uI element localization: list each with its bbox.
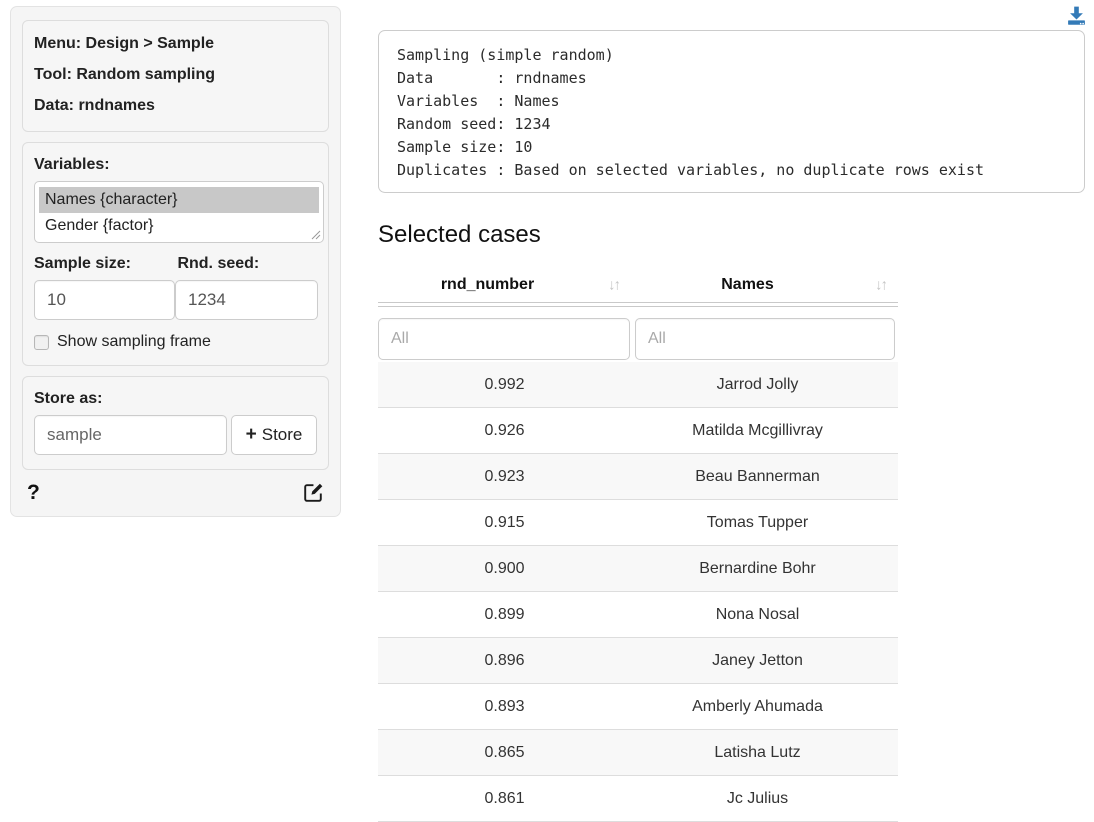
cell-name: Bernardine Bohr xyxy=(631,560,884,578)
table-row: 0.926Matilda Mcgillivray xyxy=(378,408,898,454)
resize-handle-icon[interactable] xyxy=(311,230,321,240)
table-row: 0.992Jarrod Jolly xyxy=(378,362,898,408)
table-row: 0.899Nona Nosal xyxy=(378,592,898,638)
table-row: 0.861Jc Julius xyxy=(378,776,898,822)
sample-size-input[interactable] xyxy=(34,280,175,320)
table-header-row: rnd_number↓↑Names↓↑ xyxy=(378,268,898,302)
context-info-panel: Menu: Design > Sample Tool: Random sampl… xyxy=(22,20,329,132)
cell-rnd-number: 0.899 xyxy=(378,606,631,624)
plus-icon: + xyxy=(246,424,257,446)
sidebar: Menu: Design > Sample Tool: Random sampl… xyxy=(10,6,341,517)
page: Menu: Design > Sample Tool: Random sampl… xyxy=(0,0,1094,822)
table-row: 0.923Beau Bannerman xyxy=(378,454,898,500)
cell-rnd-number: 0.896 xyxy=(378,652,631,670)
filter-input-rnd_number[interactable] xyxy=(378,318,630,360)
store-name-input[interactable] xyxy=(34,415,227,455)
cell-name: Matilda Mcgillivray xyxy=(631,422,884,440)
show-sampling-frame-label: Show sampling frame xyxy=(57,333,211,351)
cell-name: Jc Julius xyxy=(631,790,884,808)
menu-breadcrumb: Menu: Design > Sample xyxy=(34,34,317,53)
edit-icon[interactable] xyxy=(302,482,324,504)
store-as-label: Store as: xyxy=(34,390,317,408)
selected-cases-table: rnd_number↓↑Names↓↑ 0.992Jarrod Jolly0.9… xyxy=(378,268,898,822)
filter-input-Names[interactable] xyxy=(635,318,895,360)
cell-rnd-number: 0.926 xyxy=(378,422,631,440)
download-icon[interactable] xyxy=(1066,5,1087,26)
column-header-rnd_number[interactable]: rnd_number↓↑ xyxy=(378,276,631,294)
cell-rnd-number: 0.915 xyxy=(378,514,631,532)
cell-name: Janey Jetton xyxy=(631,652,884,670)
table-filter-row xyxy=(378,307,898,362)
table-body: 0.992Jarrod Jolly0.926Matilda Mcgillivra… xyxy=(378,362,898,822)
store-panel: Store as: + Store xyxy=(22,376,329,470)
table-row: 0.915Tomas Tupper xyxy=(378,500,898,546)
cell-rnd-number: 0.900 xyxy=(378,560,631,578)
variables-listbox[interactable]: Names {character}Gender {factor} xyxy=(34,181,324,243)
cell-rnd-number: 0.992 xyxy=(378,376,631,394)
table-title: Selected cases xyxy=(378,221,541,249)
variable-option[interactable]: Names {character} xyxy=(39,187,319,213)
sidebar-footer: ? xyxy=(17,480,334,505)
store-button[interactable]: + Store xyxy=(231,415,317,455)
variable-option[interactable]: Gender {factor} xyxy=(39,213,319,239)
cell-rnd-number: 0.893 xyxy=(378,698,631,716)
table-row: 0.865Latisha Lutz xyxy=(378,730,898,776)
rnd-seed-input[interactable] xyxy=(175,280,318,320)
dataset-name: Data: rndnames xyxy=(34,96,317,115)
sort-icon[interactable]: ↓↑ xyxy=(875,277,886,294)
cell-rnd-number: 0.865 xyxy=(378,744,631,762)
variables-label: Variables: xyxy=(34,156,317,174)
tool-name: Tool: Random sampling xyxy=(34,65,317,84)
sort-icon[interactable]: ↓↑ xyxy=(608,277,619,294)
summary-text: Sampling (simple random) Data : rndnames… xyxy=(397,44,1066,182)
sampling-controls-panel: Variables: Names {character}Gender {fact… xyxy=(22,142,329,366)
table-row: 0.896Janey Jetton xyxy=(378,638,898,684)
cell-name: Nona Nosal xyxy=(631,606,884,624)
sample-size-label: Sample size: xyxy=(34,255,177,273)
summary-output-panel: Sampling (simple random) Data : rndnames… xyxy=(378,30,1085,193)
cell-rnd-number: 0.923 xyxy=(378,468,631,486)
cell-rnd-number: 0.861 xyxy=(378,790,631,808)
help-icon[interactable]: ? xyxy=(27,481,40,505)
cell-name: Amberly Ahumada xyxy=(631,698,884,716)
column-header-Names[interactable]: Names↓↑ xyxy=(631,276,898,294)
table-row: 0.900Bernardine Bohr xyxy=(378,546,898,592)
rnd-seed-label: Rnd. seed: xyxy=(177,255,317,273)
show-sampling-frame-checkbox[interactable] xyxy=(34,335,49,350)
table-row: 0.893Amberly Ahumada xyxy=(378,684,898,730)
cell-name: Jarrod Jolly xyxy=(631,376,884,394)
cell-name: Tomas Tupper xyxy=(631,514,884,532)
cell-name: Latisha Lutz xyxy=(631,744,884,762)
cell-name: Beau Bannerman xyxy=(631,468,884,486)
store-button-label: Store xyxy=(262,425,303,445)
